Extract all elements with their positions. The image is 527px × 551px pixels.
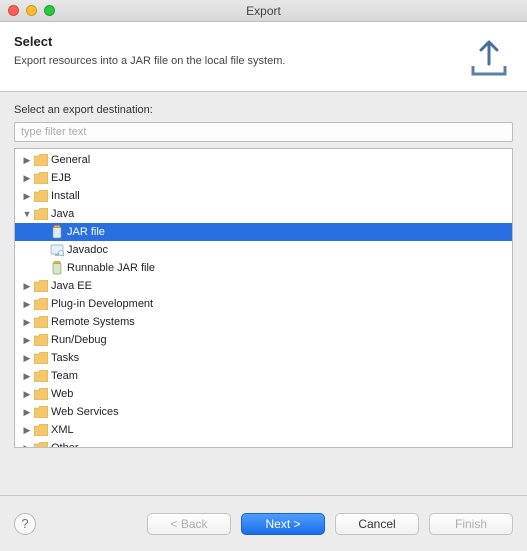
tree-folder[interactable]: ▶ Team [15, 367, 512, 385]
folder-icon [33, 316, 49, 328]
next-button[interactable]: Next > [241, 513, 325, 535]
tree-item-label: Java EE [51, 280, 92, 292]
tree-folder[interactable]: ▶ XML [15, 421, 512, 439]
wizard-footer: ? < Back Next > Cancel Finish [0, 495, 527, 551]
page-title: Select [14, 34, 513, 49]
export-tree[interactable]: ▶ General ▶ EJB ▶ Install ▼ Java JAR file Javadoc… [14, 148, 513, 448]
tree-item-label: Other [51, 442, 79, 448]
tree-folder[interactable]: ▶ Remote Systems [15, 313, 512, 331]
tree-item-label: EJB [51, 172, 71, 184]
zoom-icon[interactable] [44, 5, 55, 16]
finish-button: Finish [429, 513, 513, 535]
wizard-body: Select an export destination: ▶ General ▶ E… [0, 92, 527, 448]
chevron-right-icon[interactable]: ▶ [21, 191, 33, 202]
back-button: < Back [147, 513, 231, 535]
tree-item-label: Install [51, 190, 80, 202]
folder-icon [33, 334, 49, 346]
tree-leaf[interactable]: Runnable JAR file [15, 259, 512, 277]
tree-item-label: Remote Systems [51, 316, 135, 328]
help-button[interactable]: ? [14, 513, 36, 535]
chevron-right-icon[interactable]: ▶ [21, 371, 33, 382]
destination-label: Select an export destination: [14, 104, 513, 116]
tree-leaf[interactable]: Javadoc [15, 241, 512, 259]
window-title: Export [246, 4, 281, 18]
folder-icon [33, 280, 49, 292]
folder-icon [33, 388, 49, 400]
chevron-right-icon[interactable]: ▶ [21, 443, 33, 449]
folder-icon [33, 190, 49, 202]
minimize-icon[interactable] [26, 5, 37, 16]
tree-folder[interactable]: ▶ Install [15, 187, 512, 205]
chevron-right-icon[interactable]: ▶ [21, 425, 33, 436]
folder-icon [33, 298, 49, 310]
javadoc-icon [49, 244, 65, 257]
tree-folder[interactable]: ▶ Web [15, 385, 512, 403]
tree-item-label: Javadoc [67, 244, 108, 256]
tree-leaf[interactable]: JAR file [15, 223, 512, 241]
folder-icon [33, 370, 49, 382]
chevron-right-icon[interactable]: ▶ [21, 281, 33, 292]
tree-item-label: Tasks [51, 352, 79, 364]
tree-item-label: Web [51, 388, 73, 400]
folder-icon [33, 208, 49, 220]
window-controls [8, 5, 55, 16]
tree-item-label: Runnable JAR file [67, 262, 155, 274]
folder-icon [33, 154, 49, 166]
tree-item-label: XML [51, 424, 74, 436]
export-icon [465, 32, 513, 83]
chevron-right-icon[interactable]: ▶ [21, 389, 33, 400]
folder-icon [33, 442, 49, 448]
jar-icon [49, 225, 65, 239]
tree-item-label: General [51, 154, 90, 166]
tree-folder[interactable]: ▶ Other [15, 439, 512, 448]
tree-item-label: JAR file [67, 226, 105, 238]
tree-item-label: Java [51, 208, 74, 220]
folder-icon [33, 424, 49, 436]
tree-item-label: Plug-in Development [51, 298, 153, 310]
chevron-right-icon[interactable]: ▶ [21, 155, 33, 166]
cancel-button[interactable]: Cancel [335, 513, 419, 535]
folder-icon [33, 172, 49, 184]
filter-input[interactable] [14, 122, 513, 142]
jar-icon [49, 261, 65, 275]
tree-folder[interactable]: ▶ Tasks [15, 349, 512, 367]
tree-folder[interactable]: ▼ Java [15, 205, 512, 223]
chevron-right-icon[interactable]: ▶ [21, 335, 33, 346]
titlebar: Export [0, 0, 527, 22]
tree-item-label: Team [51, 370, 78, 382]
chevron-right-icon[interactable]: ▶ [21, 299, 33, 310]
tree-item-label: Run/Debug [51, 334, 107, 346]
folder-icon [33, 406, 49, 418]
page-subtitle: Export resources into a JAR file on the … [14, 55, 513, 67]
tree-folder[interactable]: ▶ Run/Debug [15, 331, 512, 349]
folder-icon [33, 352, 49, 364]
chevron-right-icon[interactable]: ▶ [21, 173, 33, 184]
tree-folder[interactable]: ▶ Plug-in Development [15, 295, 512, 313]
chevron-down-icon[interactable]: ▼ [21, 209, 33, 219]
tree-item-label: Web Services [51, 406, 119, 418]
tree-folder[interactable]: ▶ Web Services [15, 403, 512, 421]
close-icon[interactable] [8, 5, 19, 16]
tree-folder[interactable]: ▶ General [15, 151, 512, 169]
chevron-right-icon[interactable]: ▶ [21, 407, 33, 418]
chevron-right-icon[interactable]: ▶ [21, 317, 33, 328]
chevron-right-icon[interactable]: ▶ [21, 353, 33, 364]
wizard-header: Select Export resources into a JAR file … [0, 22, 527, 92]
tree-folder[interactable]: ▶ Java EE [15, 277, 512, 295]
tree-folder[interactable]: ▶ EJB [15, 169, 512, 187]
